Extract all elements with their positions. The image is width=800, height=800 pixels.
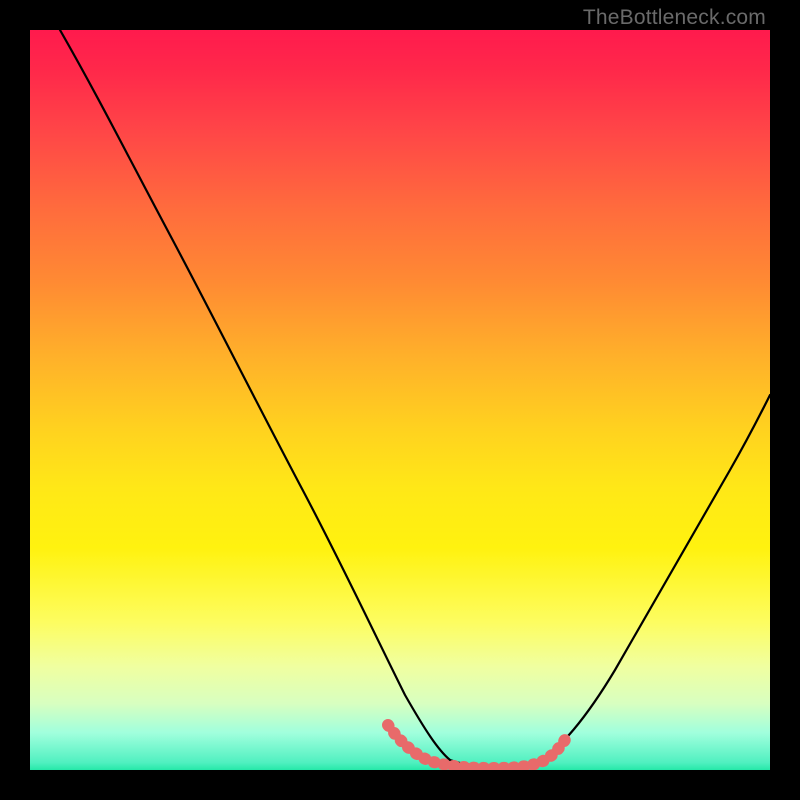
chart-svg [30, 30, 770, 770]
plot-area [30, 30, 770, 770]
black-curve [60, 30, 770, 766]
watermark-text: TheBottleneck.com [583, 6, 766, 30]
red-flat-segment [388, 725, 568, 768]
chart-container: TheBottleneck.com [0, 0, 800, 800]
